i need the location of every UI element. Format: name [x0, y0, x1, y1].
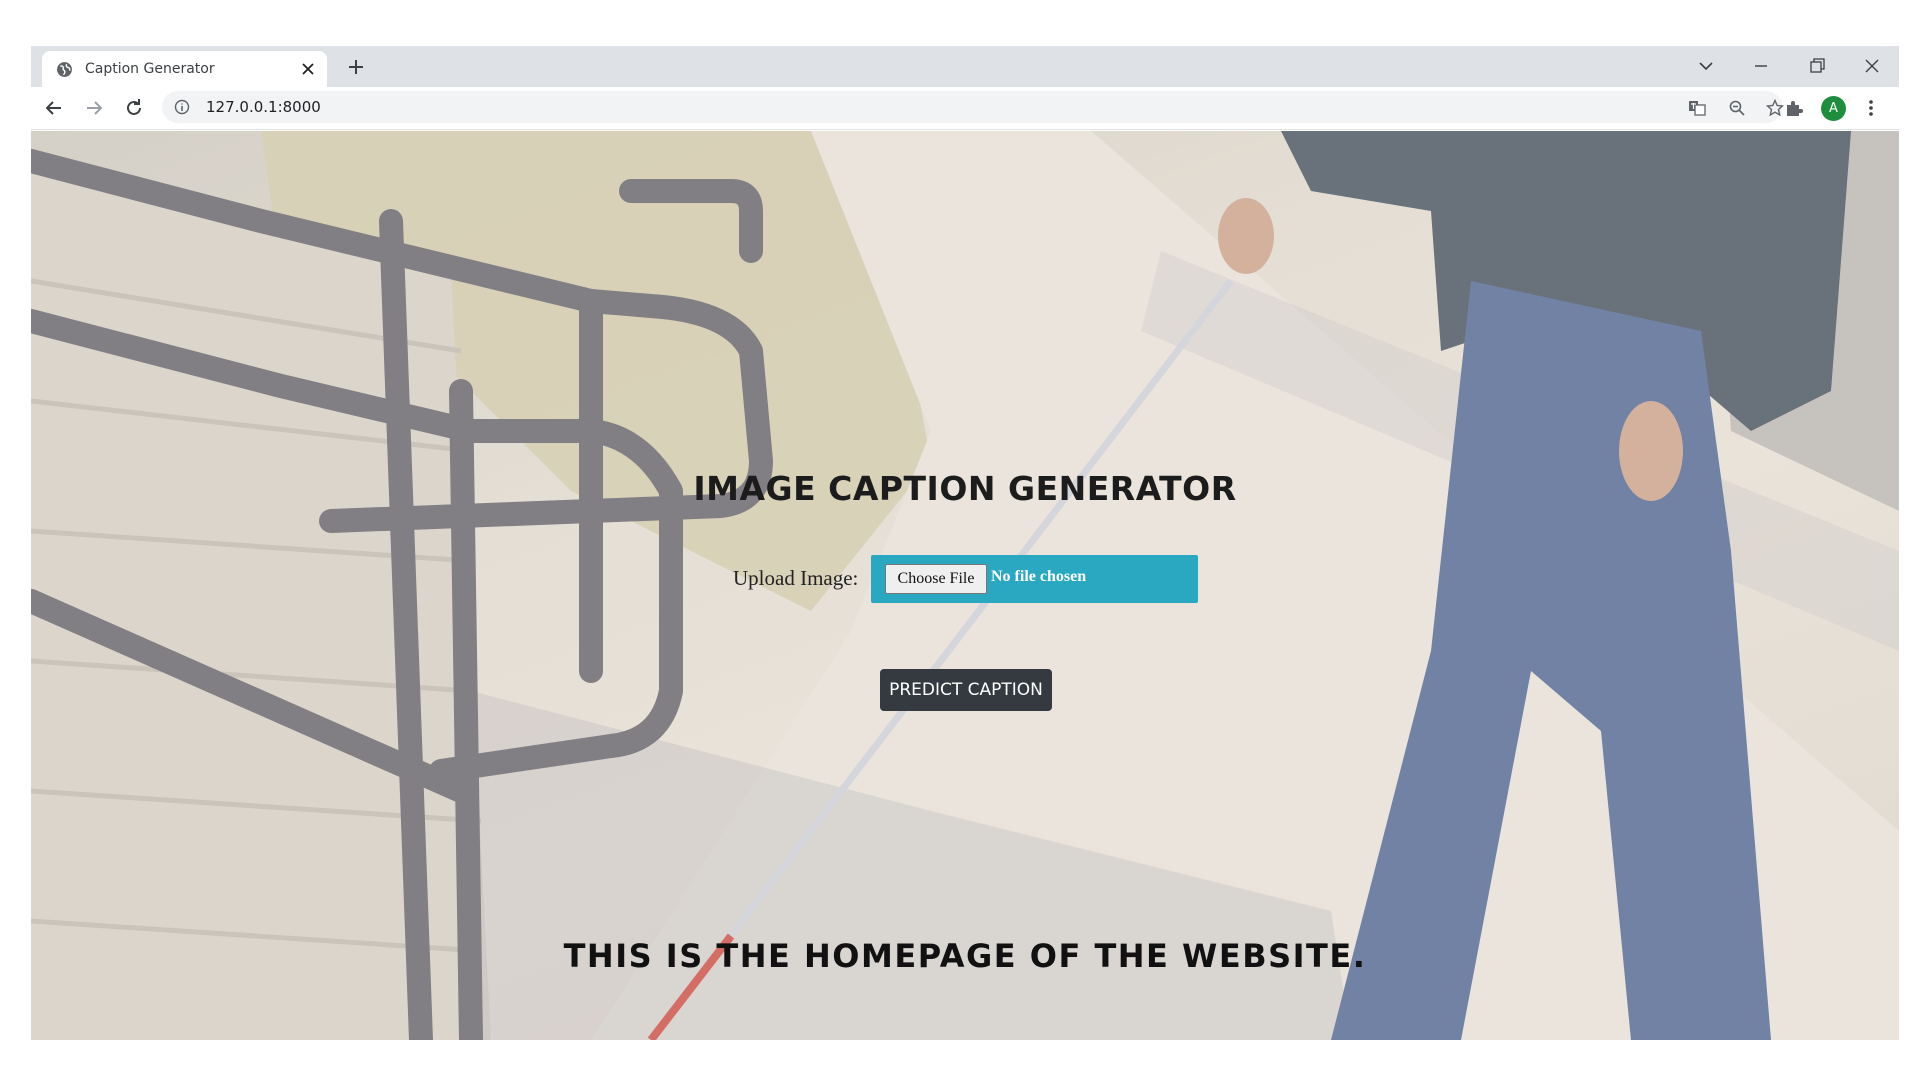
restore-icon[interactable]	[1806, 55, 1828, 77]
tab-strip: Caption Generator	[31, 46, 1899, 87]
more-menu-icon[interactable]	[1860, 97, 1882, 119]
file-input[interactable]: Choose File No file chosen	[871, 555, 1198, 603]
extensions-icon[interactable]	[1783, 97, 1805, 119]
tab-title: Caption Generator	[85, 61, 215, 77]
homepage-footer-text: THIS IS THE HOMEPAGE OF THE WEBSITE.	[563, 937, 1367, 975]
close-tab-icon[interactable]	[299, 60, 317, 78]
choose-file-button[interactable]: Choose File	[885, 564, 987, 594]
upload-label: Upload Image:	[733, 566, 859, 590]
predict-caption-button[interactable]: PREDICT CAPTION	[880, 669, 1052, 711]
close-window-icon[interactable]	[1861, 55, 1883, 77]
globe-icon	[57, 62, 72, 77]
minimize-icon[interactable]	[1750, 55, 1772, 77]
browser-toolbar: 127.0.0.1:8000 A	[31, 87, 1899, 130]
translate-icon[interactable]	[1688, 99, 1706, 117]
new-tab-icon[interactable]	[344, 55, 368, 79]
url-text[interactable]: 127.0.0.1:8000	[206, 98, 321, 116]
page-title: IMAGE CAPTION GENERATOR	[693, 469, 1237, 508]
back-icon[interactable]	[43, 97, 65, 119]
tab-search-icon[interactable]	[1695, 55, 1717, 77]
bookmark-star-icon[interactable]	[1766, 99, 1784, 117]
address-bar[interactable]: 127.0.0.1:8000	[162, 91, 1784, 123]
reload-icon[interactable]	[123, 97, 145, 119]
no-file-status: No file chosen	[991, 568, 1087, 585]
browser-window: Caption Generator 127.0.0.1:8000 A IMAGE…	[31, 46, 1899, 1040]
tab-caption-generator[interactable]: Caption Generator	[42, 51, 327, 87]
forward-icon[interactable]	[83, 97, 105, 119]
zoom-icon[interactable]	[1728, 99, 1746, 117]
page-viewport: IMAGE CAPTION GENERATOR Upload Image: Ch…	[31, 131, 1899, 1040]
site-info-icon[interactable]	[174, 99, 190, 115]
profile-avatar[interactable]: A	[1821, 96, 1846, 121]
